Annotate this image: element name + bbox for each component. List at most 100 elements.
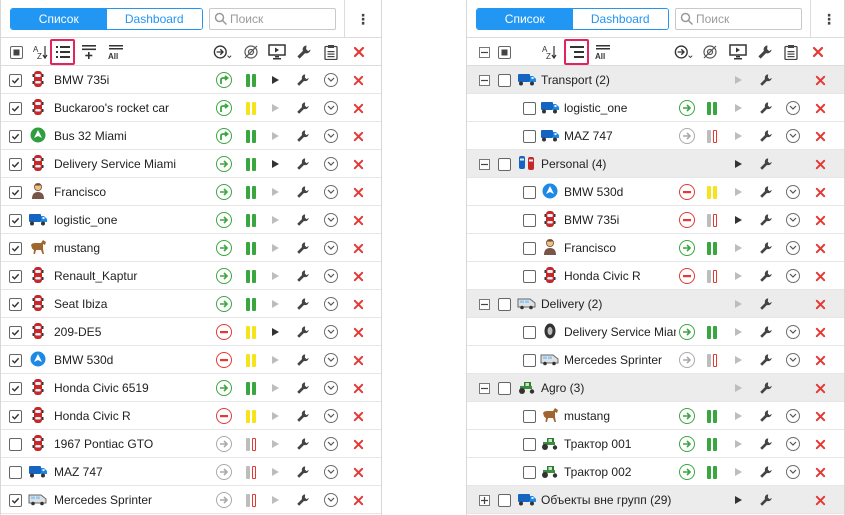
row-checkbox[interactable] — [522, 353, 536, 367]
row-checkbox[interactable] — [522, 185, 536, 199]
row-checkbox[interactable] — [522, 465, 536, 479]
unit-name[interactable]: MAZ 747 — [54, 458, 204, 486]
play-track-icon[interactable] — [733, 467, 743, 477]
group-name[interactable]: Personal (4) — [541, 150, 731, 178]
unit-name[interactable]: mustang — [564, 402, 676, 430]
unit-row[interactable]: Delivery Service Miami — [1, 150, 381, 178]
play-track-icon[interactable] — [270, 271, 280, 281]
driver-menu-icon[interactable] — [324, 73, 338, 87]
unit-row[interactable]: Delivery Service Miami — [467, 318, 844, 346]
unit-name[interactable]: BMW 735i — [54, 66, 204, 94]
tab-list[interactable]: Список — [477, 9, 573, 29]
unit-name[interactable]: Francisco — [54, 178, 204, 206]
settings-wrench-icon[interactable] — [296, 269, 310, 283]
unit-row[interactable]: mustang — [467, 402, 844, 430]
group-name[interactable]: Объекты вне групп (29) — [541, 486, 731, 514]
settings-wrench-icon[interactable] — [296, 101, 310, 115]
play-track-icon[interactable] — [733, 271, 743, 281]
play-track-icon[interactable] — [733, 411, 743, 421]
settings-wrench-icon[interactable] — [296, 437, 310, 451]
driver-menu-icon[interactable] — [324, 101, 338, 115]
show-all-icon[interactable]: All — [106, 42, 126, 62]
play-track-icon[interactable] — [733, 75, 743, 85]
settings-wrench-icon[interactable] — [296, 241, 310, 255]
delete-icon[interactable] — [353, 355, 364, 366]
delete-icon[interactable] — [349, 42, 369, 62]
settings-wrench-icon[interactable] — [294, 42, 314, 62]
unit-name[interactable]: 1967 Pontiac GTO — [54, 430, 204, 458]
driver-menu-icon[interactable] — [324, 465, 338, 479]
unit-row[interactable]: Buckaroo's rocket car — [1, 94, 381, 122]
play-track-icon[interactable] — [270, 495, 280, 505]
driver-menu-icon[interactable] — [786, 213, 800, 227]
row-checkbox[interactable] — [8, 241, 22, 255]
driver-menu-icon[interactable] — [786, 409, 800, 423]
group-row[interactable]: Delivery (2) — [467, 290, 844, 318]
settings-wrench-icon[interactable] — [759, 353, 773, 367]
row-checkbox[interactable] — [8, 269, 22, 283]
play-track-icon[interactable] — [733, 131, 743, 141]
unit-name[interactable]: BMW 530d — [564, 178, 676, 206]
collapse-icon[interactable] — [478, 382, 490, 394]
row-checkbox[interactable] — [8, 409, 22, 423]
row-checkbox[interactable] — [522, 437, 536, 451]
settings-wrench-icon[interactable] — [296, 381, 310, 395]
select-all-checkbox-icon[interactable] — [494, 42, 514, 62]
unit-row[interactable]: Honda Civic 6519 — [1, 374, 381, 402]
unit-name[interactable]: MAZ 747 — [564, 122, 676, 150]
driver-menu-icon[interactable] — [324, 129, 338, 143]
driver-menu-icon[interactable] — [324, 437, 338, 451]
unit-name[interactable]: Delivery Service Miami — [564, 318, 676, 346]
delete-icon[interactable] — [815, 467, 826, 478]
play-track-icon[interactable] — [733, 439, 743, 449]
row-checkbox[interactable] — [522, 325, 536, 339]
delete-icon[interactable] — [353, 215, 364, 226]
unit-name[interactable]: logistic_one — [54, 206, 204, 234]
settings-wrench-icon[interactable] — [759, 409, 773, 423]
group-name[interactable]: Delivery (2) — [541, 290, 731, 318]
settings-wrench-icon[interactable] — [296, 465, 310, 479]
settings-wrench-icon[interactable] — [759, 325, 773, 339]
commands-icon[interactable] — [213, 42, 233, 62]
sort-az-icon[interactable]: AZ — [31, 42, 51, 62]
group-row[interactable]: Объекты вне групп (29) — [467, 486, 844, 514]
row-checkbox[interactable] — [8, 129, 22, 143]
settings-wrench-icon[interactable] — [759, 185, 773, 199]
row-checkbox[interactable] — [8, 297, 22, 311]
unit-row[interactable]: BMW 530d — [467, 178, 844, 206]
play-track-icon[interactable] — [733, 215, 743, 225]
unit-name[interactable]: Mercedes Sprinter — [54, 486, 204, 514]
settings-wrench-icon[interactable] — [296, 213, 310, 227]
delete-icon[interactable] — [815, 383, 826, 394]
settings-wrench-icon[interactable] — [296, 325, 310, 339]
delete-icon[interactable] — [353, 103, 364, 114]
row-checkbox[interactable] — [8, 353, 22, 367]
play-track-icon[interactable] — [733, 355, 743, 365]
settings-wrench-icon[interactable] — [759, 213, 773, 227]
delete-icon[interactable] — [353, 411, 364, 422]
row-checkbox[interactable] — [522, 129, 536, 143]
sort-az-icon[interactable]: AZ — [540, 42, 560, 62]
search-box[interactable] — [209, 8, 336, 30]
unit-row[interactable]: logistic_one — [1, 206, 381, 234]
group-row[interactable]: Agro (3) — [467, 374, 844, 402]
play-track-icon[interactable] — [733, 299, 743, 309]
delete-icon[interactable] — [353, 467, 364, 478]
row-checkbox[interactable] — [522, 241, 536, 255]
settings-wrench-icon[interactable] — [759, 269, 773, 283]
play-track-icon[interactable] — [270, 243, 280, 253]
unit-row[interactable]: mustang — [1, 234, 381, 262]
settings-wrench-icon[interactable] — [759, 101, 773, 115]
play-track-icon[interactable] — [270, 215, 280, 225]
clipboard-icon[interactable] — [321, 42, 341, 62]
unit-name[interactable]: Mercedes Sprinter — [564, 346, 676, 374]
driver-menu-icon[interactable] — [324, 409, 338, 423]
settings-wrench-icon[interactable] — [296, 353, 310, 367]
unit-row[interactable]: BMW 530d — [1, 346, 381, 374]
unit-row[interactable]: MAZ 747 — [1, 458, 381, 486]
settings-wrench-icon[interactable] — [759, 129, 773, 143]
location-icon[interactable] — [241, 42, 261, 62]
row-checkbox[interactable] — [522, 213, 536, 227]
collapse-icon[interactable] — [478, 158, 490, 170]
settings-wrench-icon[interactable] — [759, 241, 773, 255]
